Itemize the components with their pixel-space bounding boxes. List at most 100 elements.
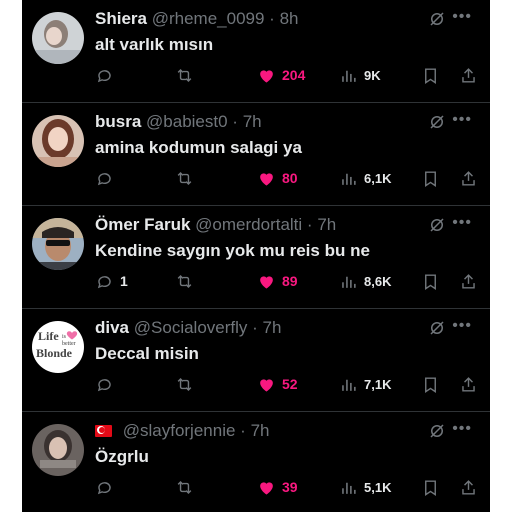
display-name[interactable]: busra (95, 112, 141, 131)
views-icon (342, 276, 356, 288)
timestamp[interactable]: 8h (280, 9, 299, 28)
tweet-actions: 80 6,1K (95, 167, 476, 189)
reply-button[interactable] (95, 167, 120, 189)
display-name[interactable]: Shiera (95, 9, 147, 28)
retweet-icon (177, 480, 192, 494)
tweet[interactable]: busra @babiest0 · 7h ••• amina kodumun s… (22, 103, 490, 206)
tweet-header: diva @Socialoverfly · 7h (95, 317, 420, 339)
timestamp[interactable]: 7h (243, 112, 262, 131)
like-button[interactable]: 52 (257, 373, 298, 395)
avatar[interactable] (32, 424, 84, 476)
like-count: 204 (282, 67, 306, 83)
reply-button[interactable]: 1 (95, 270, 128, 292)
username[interactable]: @babiest0 (146, 112, 228, 131)
like-button[interactable]: 80 (257, 167, 298, 189)
views-button[interactable]: 5,1K (339, 476, 391, 498)
tweet-header: Shiera @rheme_0099 · 8h (95, 8, 420, 30)
bookmark-icon (425, 479, 436, 496)
retweet-icon (177, 377, 192, 391)
username[interactable]: @Socialoverfly (134, 318, 248, 337)
display-name[interactable]: Ömer Faruk (95, 215, 190, 234)
grok-icon[interactable] (428, 10, 446, 28)
grok-icon[interactable] (428, 319, 446, 337)
views-icon (342, 482, 356, 494)
grok-icon[interactable] (428, 216, 446, 234)
retweet-button[interactable] (175, 167, 200, 189)
username[interactable]: @omerdortalti (195, 215, 302, 234)
heart-filled-icon (260, 378, 273, 392)
username[interactable]: @rheme_0099 (152, 9, 265, 28)
views-icon (342, 379, 356, 391)
retweet-button[interactable] (175, 64, 200, 86)
retweet-icon (177, 274, 192, 288)
separator-dot: · (269, 9, 275, 28)
reply-icon (97, 481, 111, 494)
reply-icon (97, 378, 111, 391)
bookmark-button[interactable] (421, 167, 440, 189)
avatar[interactable] (32, 115, 84, 167)
grok-icon[interactable] (428, 113, 446, 131)
views-count: 7,1K (364, 376, 392, 392)
retweet-button[interactable] (175, 373, 200, 395)
bookmark-button[interactable] (421, 270, 440, 292)
timeline-feed: Shiera @rheme_0099 · 8h ••• alt varlık m… (22, 0, 490, 512)
avatar[interactable] (32, 218, 84, 270)
like-button[interactable]: 204 (257, 64, 305, 86)
like-count: 89 (282, 273, 298, 289)
more-options-icon[interactable]: ••• (452, 420, 472, 438)
tweet[interactable]: Life is better Blonde diva @Socialoverfl… (22, 309, 490, 412)
avatar[interactable] (32, 12, 84, 64)
separator-dot: · (232, 112, 238, 131)
retweet-button[interactable] (175, 270, 200, 292)
username[interactable]: @slayforjennie (123, 421, 236, 440)
svg-text:Blonde: Blonde (36, 346, 73, 360)
share-button[interactable] (459, 476, 478, 498)
more-options-icon[interactable]: ••• (452, 8, 472, 26)
svg-text:Life: Life (38, 329, 59, 343)
bookmark-icon (425, 170, 436, 187)
reply-button[interactable] (95, 373, 120, 395)
tweet-actions: 39 5,1K (95, 476, 476, 498)
more-options-icon[interactable]: ••• (452, 111, 472, 129)
like-count: 52 (282, 376, 298, 392)
views-button[interactable]: 6,1K (339, 167, 391, 189)
bookmark-button[interactable] (421, 64, 440, 86)
grok-icon[interactable] (428, 422, 446, 440)
reply-button[interactable] (95, 476, 120, 498)
share-button[interactable] (459, 270, 478, 292)
bookmark-button[interactable] (421, 476, 440, 498)
bookmark-icon (425, 273, 436, 290)
tweet-actions: 1 89 8,6K (95, 270, 476, 292)
separator-dot: · (252, 318, 258, 337)
tweet-text: Özgrlu (95, 447, 149, 466)
more-options-icon[interactable]: ••• (452, 317, 472, 335)
views-count: 6,1K (364, 170, 392, 186)
views-button[interactable]: 9K (339, 64, 381, 86)
avatar[interactable]: Life is better Blonde (32, 321, 84, 373)
timestamp[interactable]: 7h (263, 318, 282, 337)
tweet-text: alt varlık mısın (95, 35, 214, 54)
reply-count: 1 (120, 273, 128, 289)
reply-button[interactable] (95, 64, 120, 86)
retweet-icon (177, 68, 192, 82)
bookmark-button[interactable] (421, 373, 440, 395)
views-button[interactable]: 8,6K (339, 270, 391, 292)
tweet-actions: 204 9K (95, 64, 476, 86)
heart-filled-icon (260, 172, 273, 186)
like-button[interactable]: 89 (257, 270, 298, 292)
timestamp[interactable]: 7h (251, 421, 270, 440)
share-button[interactable] (459, 167, 478, 189)
like-count: 39 (282, 479, 298, 495)
tweet[interactable]: Ömer Faruk @omerdortalti · 7h ••• Kendin… (22, 206, 490, 309)
like-button[interactable]: 39 (257, 476, 298, 498)
views-button[interactable]: 7,1K (339, 373, 391, 395)
retweet-button[interactable] (175, 476, 200, 498)
display-name[interactable]: diva (95, 318, 129, 337)
share-icon (462, 170, 475, 186)
tweet[interactable]: @slayforjennie · 7h ••• Özgrlu 39 5,1K (22, 412, 490, 512)
share-button[interactable] (459, 64, 478, 86)
timestamp[interactable]: 7h (317, 215, 336, 234)
more-options-icon[interactable]: ••• (452, 214, 472, 232)
tweet[interactable]: Shiera @rheme_0099 · 8h ••• alt varlık m… (22, 0, 490, 103)
share-button[interactable] (459, 373, 478, 395)
